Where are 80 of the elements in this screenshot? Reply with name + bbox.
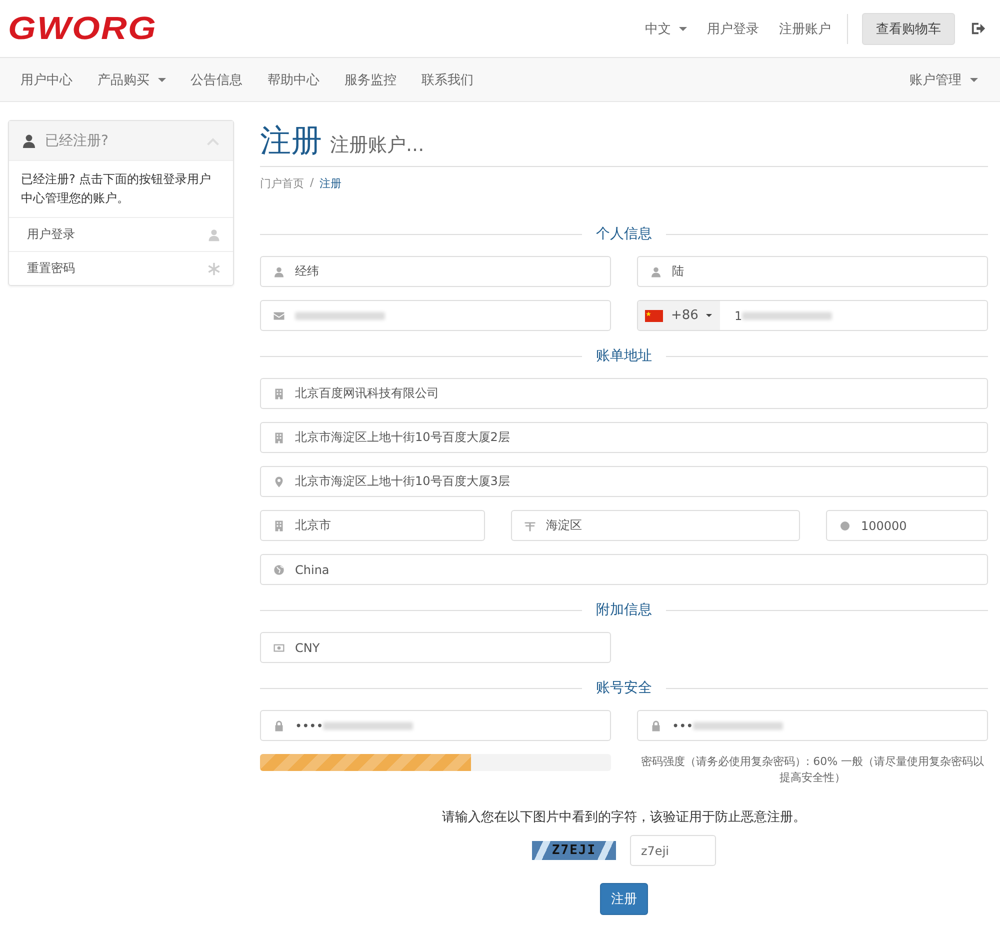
account-menu[interactable]: 账户管理	[897, 70, 990, 88]
field-value: 100000	[861, 518, 907, 532]
circle-icon	[839, 520, 851, 532]
lock-icon	[650, 720, 662, 732]
panel-text: 已经注册? 点击下面的按钮登录用户中心管理您的账户。	[9, 160, 233, 217]
field-value: 北京市海淀区上地十街10号百度大厦2层	[295, 429, 510, 446]
building-icon	[273, 432, 285, 444]
breadcrumb-link[interactable]: 注册	[320, 176, 342, 191]
sidebar-item[interactable]: 用户登录	[9, 217, 233, 251]
field-value: 北京市海淀区上地十街10号百度大厦3层	[295, 473, 510, 490]
section-heading: 个人信息	[260, 225, 988, 243]
captcha-input[interactable]: z7eji	[630, 835, 716, 866]
lock-icon	[273, 720, 285, 732]
nav-item[interactable]: 联系我们	[409, 70, 486, 88]
page-title: 注册	[260, 122, 322, 161]
field-value: •••	[672, 718, 694, 732]
nav-item[interactable]: 产品购买	[85, 70, 178, 88]
user-icon	[273, 266, 285, 278]
panel-title: 已经注册?	[45, 132, 110, 150]
field-value: CNY	[295, 640, 320, 654]
captcha-prompt: 请输入您在以下图片中看到的字符，该验证用于防止恶意注册。	[442, 809, 806, 826]
banknote-icon	[273, 642, 285, 654]
logo[interactable]: GWORG	[8, 10, 157, 47]
section-heading: 账号安全	[260, 679, 988, 697]
field-value: 北京百度网讯科技有限公司	[295, 385, 439, 402]
asterisk-icon	[207, 262, 221, 276]
phone-field[interactable]: +86 1	[637, 300, 988, 331]
input-field[interactable]: 陆	[637, 256, 988, 287]
input-field[interactable]: 100000	[826, 510, 988, 541]
field-value: 海淀区	[546, 517, 582, 534]
page-subtitle: 注册账户...	[330, 133, 424, 158]
language-menu[interactable]: 中文	[645, 20, 687, 38]
globe-icon	[273, 564, 285, 576]
user-icon	[21, 132, 37, 148]
sidebar-item[interactable]: 重置密码	[9, 251, 233, 285]
header-link[interactable]: 注册账户	[779, 20, 831, 38]
field-value: ••••	[295, 718, 324, 732]
breadcrumb-separator: /	[310, 176, 314, 191]
input-field[interactable]: 海淀区	[511, 510, 800, 541]
captcha-image: Z7EJI	[532, 841, 616, 860]
field-value: 经纬	[295, 263, 319, 280]
input-field[interactable]: 北京市	[260, 510, 485, 541]
caret-icon	[970, 78, 978, 82]
input-field[interactable]: 北京市海淀区上地十街10号百度大厦2层	[260, 422, 988, 453]
country-code-select[interactable]: +86	[638, 301, 720, 330]
building-icon	[273, 388, 285, 400]
building-icon	[273, 520, 285, 532]
cart-button[interactable]: 查看购物车	[862, 12, 955, 44]
input-field[interactable]: ••••	[260, 710, 611, 741]
strength-text: 密码强度（请务必使用复杂密码）: 60% 一般（请尽量使用复杂密码以提高安全性）	[640, 754, 986, 786]
user-icon	[650, 266, 662, 278]
input-field[interactable]: CNY	[260, 632, 611, 663]
nav-item[interactable]: 帮助中心	[255, 70, 332, 88]
flag-icon	[645, 310, 663, 322]
user-icon	[207, 228, 221, 242]
nav-item[interactable]: 服务监控	[332, 70, 409, 88]
sidebar-item-label: 用户登录	[27, 226, 75, 243]
envelope-icon	[273, 310, 285, 322]
nav-item[interactable]: 用户中心	[8, 70, 85, 88]
input-field[interactable]: •••	[637, 710, 988, 741]
input-field[interactable]: 经纬	[260, 256, 611, 287]
field-value: 北京市	[295, 517, 331, 534]
input-field[interactable]: 北京百度网讯科技有限公司	[260, 378, 988, 409]
field-value: 陆	[672, 263, 684, 280]
caret-icon	[706, 314, 712, 317]
section-heading: 账单地址	[260, 347, 988, 365]
map-pin-icon	[273, 476, 285, 488]
field-value: 1	[734, 308, 742, 322]
section-heading: 附加信息	[260, 601, 988, 619]
caret-icon	[679, 26, 687, 31]
sidebar-item-label: 重置密码	[27, 260, 75, 277]
input-field[interactable]: 北京市海淀区上地十街10号百度大厦3层	[260, 466, 988, 497]
nav-item[interactable]: 公告信息	[178, 70, 255, 88]
input-field[interactable]	[260, 300, 611, 331]
input-field[interactable]: China	[260, 554, 988, 585]
header-link[interactable]: 用户登录	[707, 20, 759, 38]
field-value: China	[295, 562, 330, 576]
sign-out-icon[interactable]	[971, 21, 986, 36]
register-button[interactable]: 注册	[600, 883, 648, 915]
breadcrumb-link[interactable]: 门户首页	[260, 176, 304, 191]
